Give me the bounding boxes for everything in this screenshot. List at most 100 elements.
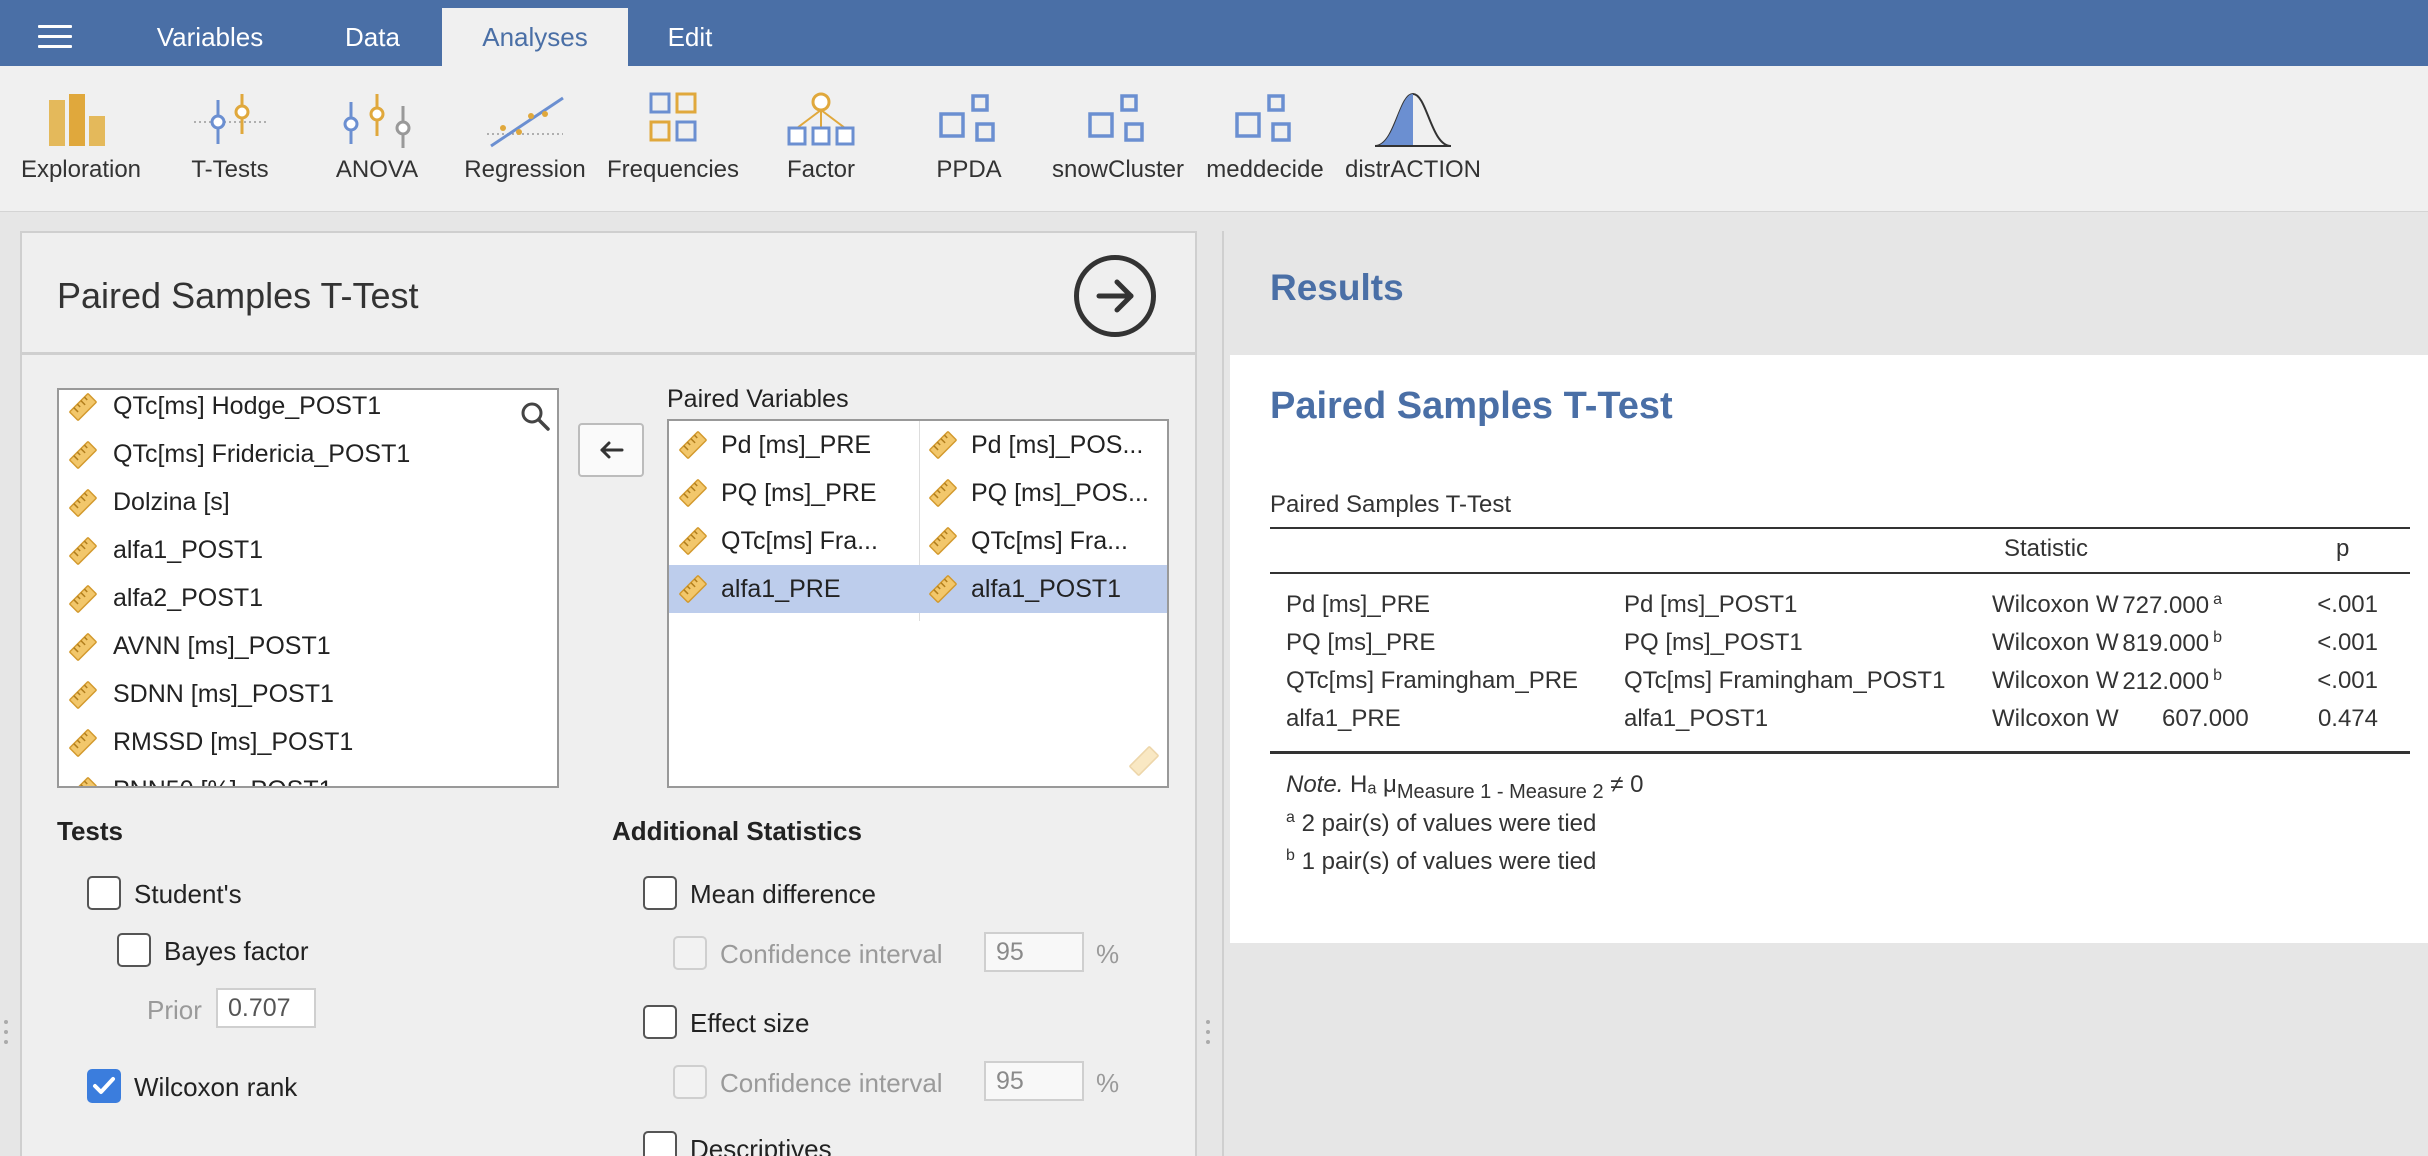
- ruler-icon: [69, 585, 97, 613]
- mean-difference-checkbox[interactable]: [643, 876, 677, 910]
- ruler-icon: [69, 681, 97, 709]
- column-header-p: p: [2336, 535, 2350, 562]
- effect-ci-checkbox[interactable]: [673, 1065, 707, 1099]
- wilcoxon-label: Wilcoxon rank: [134, 1072, 298, 1102]
- row2-var2: PQ [ms]_POST1: [1624, 629, 1803, 656]
- module-icon: [1088, 94, 1144, 142]
- analyses-toolbar: Exploration T-Tests ANOVA Regression Fre…: [0, 66, 2428, 212]
- wilcoxon-checkbox[interactable]: [87, 1069, 121, 1103]
- menu-bar: Variables Data Analyses Edit: [0, 0, 2428, 66]
- pair-left-cell[interactable]: Pd [ms]_PRE: [669, 421, 917, 469]
- row3-var2: QTc[ms] Framingham_POST1: [1624, 667, 1946, 694]
- list-item[interactable]: QTc[ms] Fridericia_POST1: [59, 430, 557, 478]
- list-item[interactable]: RMSSD [ms]_POST1: [59, 718, 557, 766]
- descriptives-label: Descriptives: [690, 1134, 832, 1156]
- toolbar-exploration[interactable]: Exploration: [6, 90, 156, 200]
- table-row-selected[interactable]: alfa1_PRE alfa1_POST1: [669, 565, 1167, 613]
- ruler-icon: [69, 729, 97, 757]
- column-header-statistic: Statistic: [2004, 535, 2089, 562]
- ruler-icon: [69, 393, 97, 421]
- toolbar-meddecide[interactable]: meddecide: [1190, 90, 1340, 200]
- row3-statistic: 212.000 b: [2122, 667, 2222, 695]
- move-variable-button[interactable]: [578, 423, 644, 477]
- row3-var1: QTc[ms] Framingham_PRE: [1286, 667, 1579, 694]
- paired-variables-label: Paired Variables: [667, 385, 849, 413]
- toolbar-snowcluster[interactable]: snowCluster: [1043, 90, 1193, 200]
- row1-statistic: 727.000 a: [2122, 591, 2222, 619]
- effect-size-checkbox[interactable]: [643, 1005, 677, 1039]
- list-item[interactable]: PNN50 [%]_POST1: [59, 766, 557, 786]
- results-content: Paired Samples T-Test Paired Samples T-T…: [1230, 355, 2428, 943]
- pair-right-cell[interactable]: QTc[ms] Fra...: [919, 517, 1167, 565]
- toolbar-factor[interactable]: Factor: [746, 90, 896, 200]
- row4-test: Wilcoxon W: [1992, 705, 2119, 732]
- list-item[interactable]: alfa1_POST1: [59, 526, 557, 574]
- mean-ci-percent: %: [1096, 939, 1120, 969]
- row4-var1: alfa1_PRE: [1286, 705, 1401, 732]
- toolbar-ppda[interactable]: PPDA: [894, 90, 1044, 200]
- toolbar-regression[interactable]: Regression: [450, 90, 600, 200]
- checkmark-icon: [93, 1077, 115, 1094]
- mean-ci-checkbox[interactable]: [673, 936, 707, 970]
- paired-variables-list[interactable]: Pd [ms]_PRE Pd [ms]_POS... PQ [ms]_PRE P…: [667, 419, 1169, 788]
- row2-p: <.001: [2317, 629, 2378, 656]
- row3-p: <.001: [2317, 667, 2378, 694]
- row2-statistic: 819.000 b: [2122, 629, 2222, 657]
- list-item[interactable]: AVNN [ms]_POST1: [59, 622, 557, 670]
- pair-right-cell[interactable]: alfa1_POST1: [919, 565, 1167, 613]
- tab-edit[interactable]: Edit: [640, 8, 740, 66]
- bayes-factor-label: Bayes factor: [164, 936, 309, 966]
- bar-chart-icon: [49, 94, 105, 146]
- list-item[interactable]: SDNN [ms]_POST1: [59, 670, 557, 718]
- row1-p: <.001: [2317, 591, 2378, 618]
- mean-ci-input[interactable]: [984, 932, 1084, 972]
- panel-resize-handle[interactable]: [1206, 1020, 1212, 1050]
- students-label: Student's: [134, 879, 242, 909]
- row4-statistic: 607.000: [2162, 705, 2249, 732]
- list-item[interactable]: Dolzina [s]: [59, 478, 557, 526]
- run-analysis-button[interactable]: [1074, 255, 1156, 337]
- tab-analyses[interactable]: Analyses: [442, 8, 628, 66]
- ruler-icon: [929, 527, 957, 555]
- pair-right-cell[interactable]: PQ [ms]_POS...: [919, 469, 1167, 517]
- table-row[interactable]: Pd [ms]_PRE Pd [ms]_POS...: [669, 421, 1167, 469]
- search-icon[interactable]: [519, 400, 551, 432]
- bayes-factor-checkbox[interactable]: [117, 933, 151, 967]
- left-resize-handle[interactable]: [4, 1020, 10, 1050]
- tab-data[interactable]: Data: [310, 8, 435, 66]
- toolbar-frequencies[interactable]: Frequencies: [598, 90, 748, 200]
- effect-size-label: Effect size: [690, 1008, 810, 1038]
- table-title: Paired Samples T-Test: [1270, 491, 1511, 518]
- list-item[interactable]: alfa2_POST1: [59, 574, 557, 622]
- pair-left-cell[interactable]: PQ [ms]_PRE: [669, 469, 917, 517]
- toolbar-t-tests[interactable]: T-Tests: [155, 90, 305, 200]
- ruler-icon: [69, 441, 97, 469]
- ruler-icon: [69, 633, 97, 661]
- variables-list[interactable]: QTc[ms] Hodge_POST1 QTc[ms] Fridericia_P…: [57, 388, 559, 788]
- ruler-icon: [69, 537, 97, 565]
- toolbar-anova[interactable]: ANOVA: [302, 90, 452, 200]
- pair-left-cell[interactable]: QTc[ms] Fra...: [669, 517, 917, 565]
- list-item[interactable]: QTc[ms] Hodge_POST1: [59, 390, 479, 430]
- table-row[interactable]: QTc[ms] Fra... QTc[ms] Fra...: [669, 517, 1167, 565]
- effect-ci-label: Confidence interval: [720, 1068, 943, 1098]
- effect-ci-input[interactable]: [984, 1061, 1084, 1101]
- students-checkbox[interactable]: [87, 876, 121, 910]
- hamburger-menu-icon[interactable]: [38, 25, 72, 48]
- descriptives-checkbox[interactable]: [643, 1131, 677, 1156]
- pair-right-cell[interactable]: Pd [ms]_POS...: [919, 421, 1167, 469]
- table-row[interactable]: PQ [ms]_PRE PQ [ms]_POS...: [669, 469, 1167, 517]
- toolbar-distraction[interactable]: distrACTION: [1338, 90, 1488, 200]
- row4-p: 0.474: [2317, 705, 2378, 732]
- tests-header: Tests: [57, 816, 123, 846]
- footnote-a: a 2 pair(s) of values were tied: [1286, 809, 1597, 837]
- ruler-icon: [929, 575, 957, 603]
- tab-variables[interactable]: Variables: [130, 8, 290, 66]
- results-title[interactable]: Paired Samples T-Test: [1270, 385, 1673, 428]
- frequencies-icon: [649, 92, 697, 142]
- pair-left-cell[interactable]: alfa1_PRE: [669, 565, 917, 613]
- title-separator: [22, 352, 1195, 355]
- prior-label: Prior: [147, 995, 202, 1025]
- prior-input[interactable]: [216, 988, 316, 1028]
- table-note: Note. Hₐ μMeasure 1 - Measure 2 ≠ 0: [1286, 771, 1644, 803]
